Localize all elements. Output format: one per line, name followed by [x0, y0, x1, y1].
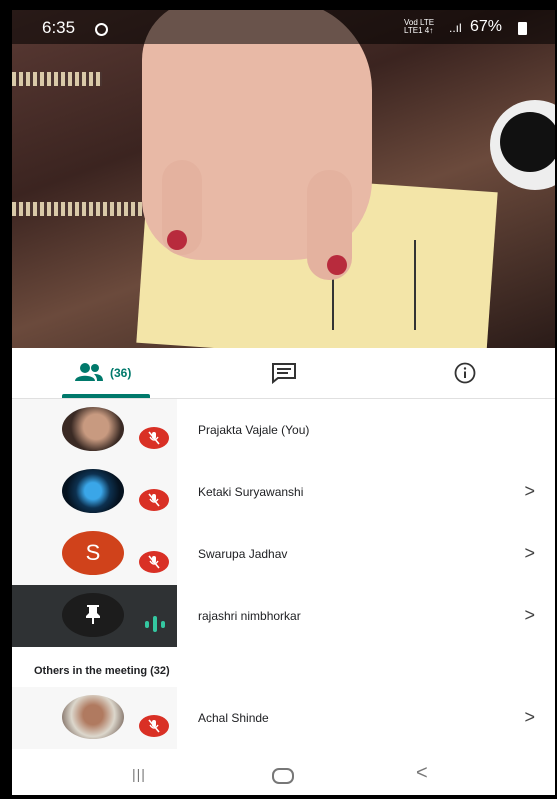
video-detail [12, 202, 147, 216]
active-tab-indicator [62, 394, 150, 398]
android-nav-bar: ||| < [12, 754, 555, 795]
mic-off-icon [139, 715, 169, 737]
video-detail [500, 112, 555, 172]
chevron-right-icon[interactable]: > [524, 543, 535, 564]
main-video[interactable]: 6:35 Vod LTE LTE1 4↑ ..ıl 67% [12, 10, 555, 348]
participant-name: Prajakta Vajale (You) [198, 423, 310, 437]
avatar: S [62, 531, 124, 575]
notification-icon [95, 23, 108, 36]
participant-row[interactable]: S Swarupa Jadhav > [12, 523, 555, 585]
avatar [62, 469, 124, 513]
home-button[interactable] [272, 768, 294, 784]
participant-tile [12, 687, 177, 749]
chevron-right-icon[interactable]: > [524, 707, 535, 728]
signal-icon: ..ıl [449, 21, 462, 35]
participant-tile [12, 461, 177, 523]
avatar [62, 407, 124, 451]
participant-tile [12, 399, 177, 461]
mic-off-icon [139, 551, 169, 573]
tab-people[interactable]: (36) [12, 348, 193, 398]
avatar [62, 695, 124, 739]
people-count: (36) [110, 366, 132, 380]
status-time: 6:35 [42, 18, 76, 37]
pin-icon [86, 605, 100, 624]
participants-list: Prajakta Vajale (You) Ketaki Suryawanshi… [12, 399, 555, 759]
mic-off-icon [139, 427, 169, 449]
chat-icon [272, 363, 296, 384]
tab-chat[interactable] [193, 348, 374, 398]
participant-tile [12, 585, 177, 647]
mic-off-icon [139, 489, 169, 511]
participant-row[interactable]: Achal Shinde > [12, 687, 555, 749]
participant-row[interactable]: Prajakta Vajale (You) [12, 399, 555, 461]
participant-row[interactable]: rajashri nimbhorkar > [12, 585, 555, 647]
participant-name: Achal Shinde [198, 711, 269, 725]
chevron-right-icon[interactable]: > [524, 481, 535, 502]
battery-icon [518, 22, 527, 35]
info-icon [454, 362, 476, 384]
people-icon [75, 363, 103, 381]
meet-screen: 6:35 Vod LTE LTE1 4↑ ..ıl 67% (36) Praja… [12, 10, 555, 795]
status-bar: 6:35 Vod LTE LTE1 4↑ ..ıl 67% [12, 10, 555, 44]
participant-row[interactable]: Ketaki Suryawanshi > [12, 461, 555, 523]
battery-level: 67% [470, 18, 503, 35]
meeting-tabs: (36) [12, 348, 555, 399]
back-button[interactable]: < [416, 762, 428, 785]
participant-name: Swarupa Jadhav [198, 547, 288, 561]
others-heading: Others in the meeting (32) [34, 665, 170, 677]
video-detail [167, 230, 187, 250]
participant-tile: S [12, 523, 177, 585]
recents-button[interactable]: ||| [132, 766, 152, 782]
audio-level-icon [145, 616, 165, 632]
video-detail [327, 255, 347, 275]
phone-frame: 6:35 Vod LTE LTE1 4↑ ..ıl 67% (36) Praja… [0, 0, 557, 799]
participant-name: rajashri nimbhorkar [198, 609, 301, 623]
video-detail [12, 72, 102, 86]
tab-info[interactable] [374, 348, 555, 398]
network-indicator: Vod LTE LTE1 4↑ [404, 18, 435, 35]
participant-name: Ketaki Suryawanshi [198, 485, 304, 499]
chevron-right-icon[interactable]: > [524, 605, 535, 626]
